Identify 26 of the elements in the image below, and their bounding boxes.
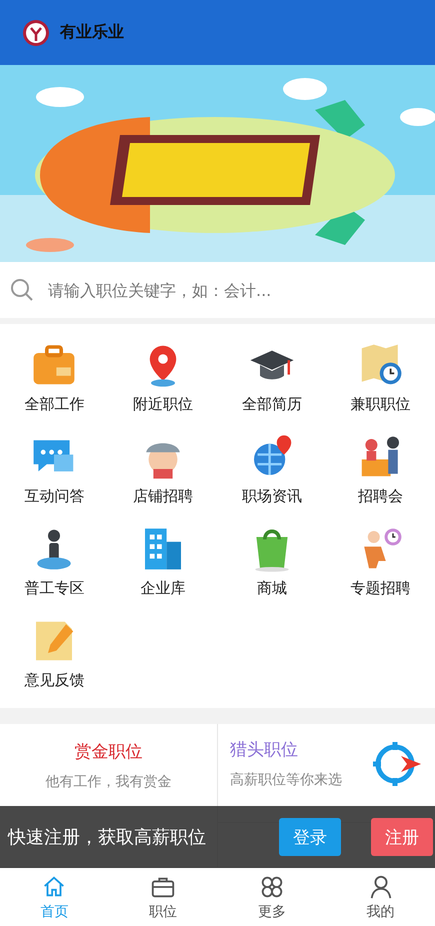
menu-item[interactable]: 普工专区 [0,516,109,606]
menu-item[interactable]: 招聘会 [326,424,435,514]
nav-tab[interactable]: 我的 [326,868,435,926]
menu-item[interactable]: 专题招聘 [326,516,435,606]
menu-item[interactable]: 全部简历 [218,332,326,422]
app-title: 有业乐业 [60,22,124,43]
card-title[interactable]: 赏金职位 [74,740,142,763]
menu-item[interactable]: 意见反馈 [0,608,109,698]
promo-text: 快速注册，获取高薪职位 [8,826,207,849]
menu-item[interactable]: 企业库 [108,516,218,606]
card-title[interactable]: 猎头职位 [230,738,342,761]
menu-item[interactable]: 店铺招聘 [108,424,218,514]
menu-item[interactable]: 互动问答 [0,424,109,514]
menu-item[interactable]: 职场资讯 [218,424,326,514]
menu-item[interactable]: 兼职职位 [326,332,435,422]
nav-tab[interactable]: 职位 [108,868,218,926]
menu-item[interactable]: 商城 [218,516,326,606]
search-icon [10,278,34,302]
search-field[interactable]: 请输入职位关键字，如：会计... [46,280,425,300]
search-bar[interactable]: 请输入职位关键字，如：会计... [0,262,435,318]
nav-tab[interactable]: 更多 [218,868,326,926]
menu-item[interactable]: 全部工作 [0,332,109,422]
menu-item[interactable]: 附近职位 [108,332,218,422]
card-subtitle: 他有工作，我有赏金 [46,773,172,791]
card-subtitle: 高薪职位等你来选 [230,771,342,789]
logo-icon [22,18,50,46]
